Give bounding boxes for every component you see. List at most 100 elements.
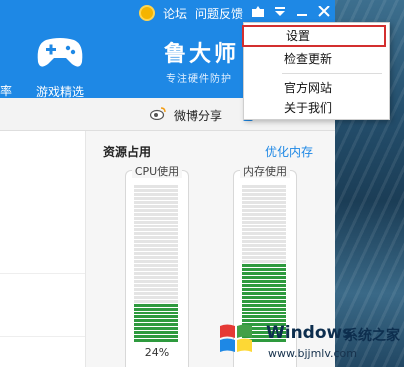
memory-usage-segment: [242, 185, 286, 188]
minimize-icon[interactable]: [295, 6, 309, 20]
cpu-usage-segment: [134, 240, 178, 244]
memory-usage-segment: [242, 216, 286, 220]
cpu-usage-segment: [134, 196, 178, 200]
watermark-subtitle: 系统之家: [344, 328, 400, 344]
cpu-usage-segment: [134, 185, 178, 188]
optimize-memory-link[interactable]: 优化内存: [265, 143, 313, 160]
memory-usage-segment: [242, 208, 286, 212]
resource-title: 资源占用: [103, 145, 152, 159]
brand-subtitle: 专注硬件防护: [166, 74, 232, 85]
cpu-usage-segment: [134, 307, 178, 311]
memory-usage-segment: [242, 311, 286, 315]
close-icon[interactable]: [317, 5, 331, 20]
cpu-usage-segment: [134, 264, 178, 268]
cpu-usage-segment: [134, 216, 178, 220]
memory-usage-segment: [242, 299, 286, 303]
cpu-usage-segment: [134, 287, 178, 291]
left-panel: [0, 131, 86, 367]
forum-link[interactable]: 论坛: [163, 5, 187, 22]
memory-usage-segment: [242, 268, 286, 271]
memory-usage-segment: [242, 212, 286, 216]
menu-item-check-update[interactable]: 检查更新: [244, 49, 389, 69]
cpu-usage-segment: [134, 279, 178, 283]
feedback-link[interactable]: 问题反馈: [195, 5, 243, 22]
memory-usage-segment: [242, 287, 286, 291]
cpu-usage-segment: [134, 244, 178, 248]
cpu-usage-segment: [134, 204, 178, 208]
cpu-usage-segment: [134, 315, 178, 319]
memory-usage-segment: [242, 236, 286, 240]
weibo-share-label[interactable]: 微博分享: [174, 107, 222, 124]
cpu-usage-segment: [134, 220, 178, 224]
cpu-usage-segment: [134, 339, 178, 343]
menu-separator: [282, 73, 382, 74]
cpu-usage-segment: [134, 212, 178, 216]
menu-item-official-site[interactable]: 官方网站: [244, 78, 389, 98]
cpu-percent: 24%: [144, 346, 170, 359]
memory-usage-segment: [242, 279, 286, 283]
memory-usage-label: 内存使用: [240, 165, 290, 178]
memory-usage-segment: [242, 271, 286, 275]
memory-usage-segment: [242, 260, 286, 264]
memory-usage-segment: [242, 232, 286, 236]
cpu-usage-segment: [134, 224, 178, 228]
memory-usage-segment: [242, 188, 286, 192]
medal-icon[interactable]: [138, 5, 155, 21]
settings-dropdown-menu: 设置 检查更新 官方网站 关于我们: [242, 22, 390, 120]
memory-usage-segment: [242, 244, 286, 248]
cpu-usage-segment: [134, 200, 178, 204]
windows-logo-icon: [220, 324, 252, 352]
memory-usage-segment: [242, 303, 286, 307]
cpu-usage-segment: [134, 323, 178, 327]
divider: [0, 336, 85, 337]
memory-usage-segment: [242, 264, 286, 268]
cpu-usage-gauge: CPU使用 24%: [125, 165, 189, 367]
menu-item-about-us[interactable]: 关于我们: [244, 98, 389, 118]
gamepad-icon[interactable]: [36, 36, 84, 70]
watermark-url: www.bjjmlv.com: [268, 347, 357, 360]
cpu-usage-segment: [134, 228, 178, 232]
memory-usage-segment: [242, 307, 286, 311]
memory-usage-segment: [242, 283, 286, 287]
memory-usage-segment: [242, 240, 286, 244]
cpu-usage-label: CPU使用: [131, 165, 183, 178]
cpu-usage-segment: [134, 275, 178, 279]
memory-usage-segment: [242, 192, 286, 196]
memory-usage-segment: [242, 291, 286, 295]
memory-usage-segment: [242, 228, 286, 232]
cpu-usage-segment: [134, 268, 178, 271]
cpu-usage-segment: [134, 327, 178, 331]
cpu-usage-segment: [134, 252, 178, 256]
menu-dropdown-icon[interactable]: [273, 6, 287, 20]
cpu-usage-segment: [134, 192, 178, 196]
divider: [0, 273, 85, 274]
memory-usage-segment: [242, 220, 286, 224]
cpu-usage-segment: [134, 283, 178, 287]
weibo-icon[interactable]: [150, 106, 167, 120]
cpu-usage-segment: [134, 248, 178, 252]
skin-icon[interactable]: [251, 6, 265, 20]
memory-usage-segment: [242, 248, 286, 252]
cpu-usage-segment: [134, 260, 178, 264]
brand-title: 鲁大师: [164, 42, 240, 67]
title-bar-controls: 论坛 问题反馈: [138, 4, 331, 22]
cpu-usage-segment: [134, 299, 178, 303]
watermark-title: Windows: [266, 323, 353, 343]
cpu-usage-segment: [134, 208, 178, 212]
memory-usage-segment: [242, 200, 286, 204]
cpu-usage-segment: [134, 271, 178, 275]
watermark: Windows 系统之家 www.bjjmlv.com: [212, 318, 404, 367]
memory-usage-segment: [242, 196, 286, 200]
cpu-usage-segment: [134, 256, 178, 260]
menu-item-settings[interactable]: 设置: [242, 25, 386, 47]
cpu-usage-segment: [134, 232, 178, 236]
cpu-usage-segment: [134, 319, 178, 323]
memory-usage-segment: [242, 252, 286, 256]
cpu-usage-segment: [134, 236, 178, 240]
memory-usage-segment: [242, 224, 286, 228]
memory-usage-segment: [242, 204, 286, 208]
memory-usage-segment: [242, 256, 286, 260]
memory-usage-segment: [242, 295, 286, 299]
cpu-usage-segment: [134, 331, 178, 335]
cpu-usage-segment: [134, 303, 178, 307]
